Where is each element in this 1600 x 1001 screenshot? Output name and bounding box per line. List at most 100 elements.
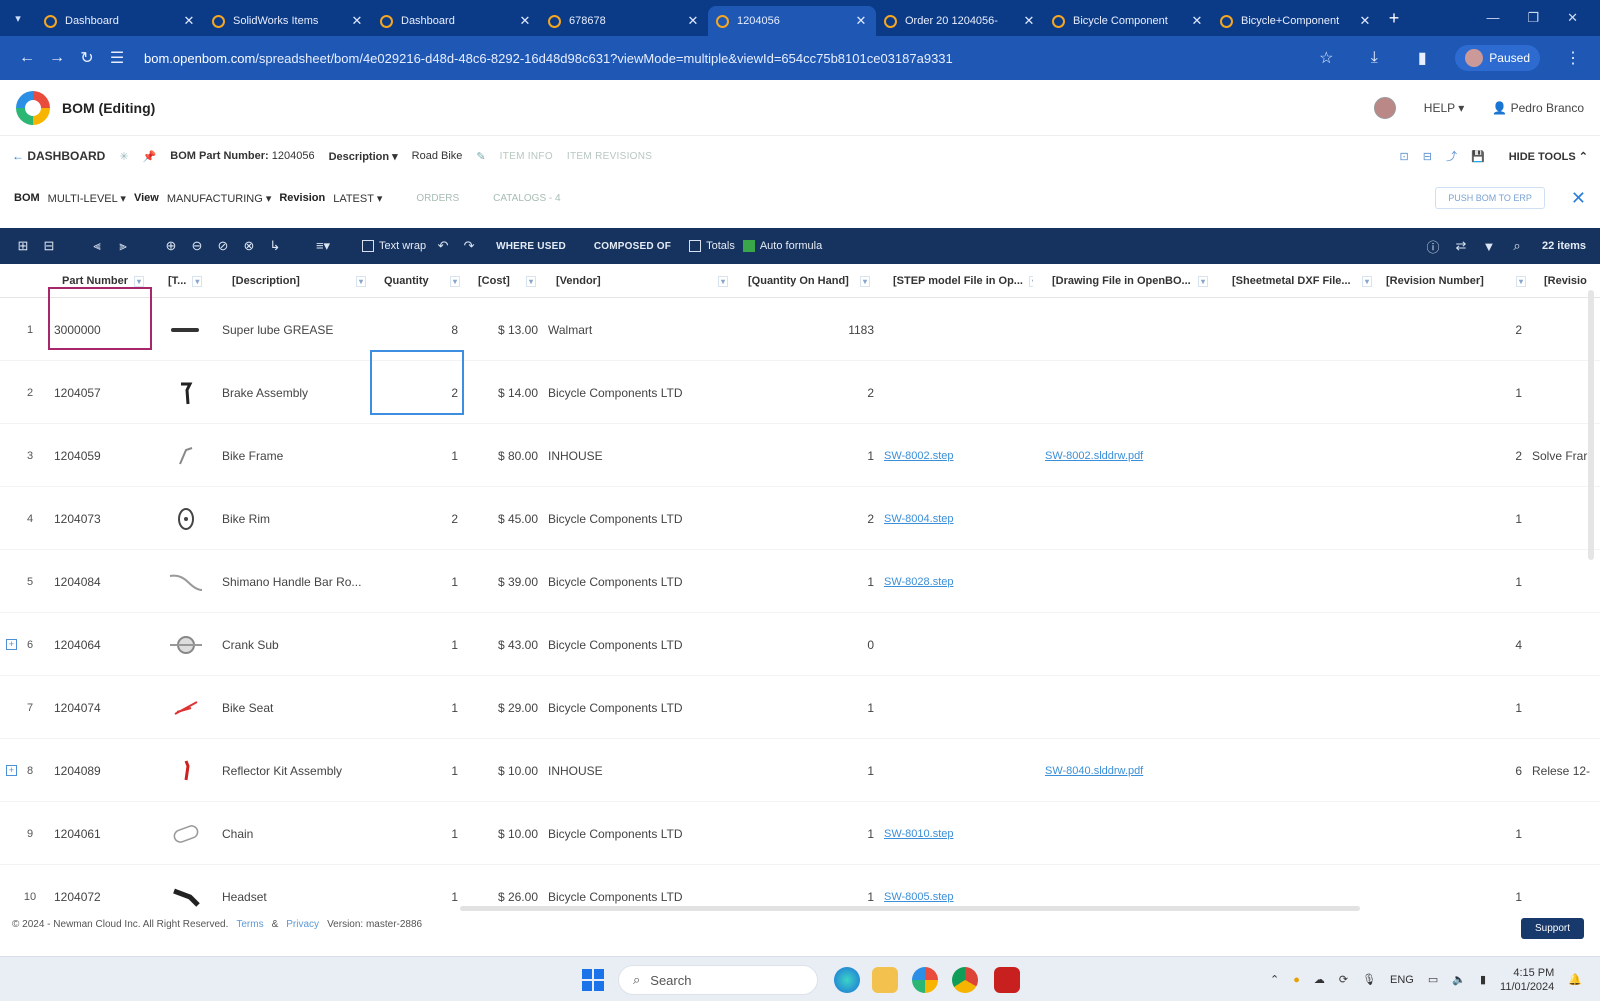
quantity-cell[interactable]: 1 [370,424,458,487]
part-number-cell[interactable]: 1204061 [54,802,150,865]
browser-tab[interactable]: 678678 ✕ [540,6,708,36]
col-menu-icon[interactable]: ▾ [134,275,145,287]
restore-icon[interactable]: ❐ [1527,10,1539,26]
col-menu-icon[interactable]: ▾ [1197,275,1208,287]
browser-tab[interactable]: 1204056 ✕ [708,6,876,36]
item-info-tab[interactable]: ITEM INFO [500,151,553,162]
import-icon[interactable]: ⊟ [1423,150,1432,163]
cost-cell[interactable]: $ 13.00 [478,298,538,361]
microphone-icon[interactable]: 🎙 [1362,973,1376,986]
col-menu-icon[interactable]: ▾ [525,275,536,287]
quantity-on-hand-cell[interactable]: 2 [748,361,874,424]
table-row[interactable]: 4 1204073 Bike Rim 2 $ 45.00 Bicycle Componen… [0,487,1600,550]
url-field[interactable]: bom.openbom.com/spreadsheet/bom/4e029216… [144,51,1311,66]
thumbnail-cell[interactable] [164,739,208,802]
expand-row-icon[interactable]: + [6,765,17,776]
col-menu-icon[interactable]: ▾ [1515,275,1526,287]
table-row[interactable]: 2 1204057 Brake Assembly 2 $ 14.00 Bicycle Co… [0,361,1600,424]
delete-column-icon[interactable]: ⫸ [114,238,132,254]
browser-menu-icon[interactable]: ⋮ [1558,48,1588,68]
col-header-thumbnail[interactable]: [T... ▾ [168,264,212,298]
drawing-file-link[interactable]: SW-8040.slddrw.pdf [1045,739,1215,802]
reload-icon[interactable]: ↻ [72,48,102,68]
tab-close-icon[interactable]: ✕ [182,13,196,29]
dxf-file-cell[interactable] [1232,613,1372,676]
tab-close-icon[interactable]: ✕ [518,13,532,29]
description-cell[interactable]: Super lube GREASE [222,298,370,361]
catalogs-tab[interactable]: CATALOGS - 4 [493,193,560,204]
browser-tab[interactable]: Dashboard ✕ [36,6,204,36]
thumbnail-cell[interactable] [164,424,208,487]
step-file-link[interactable]: SW-8004.step [884,487,1034,550]
table-row[interactable]: 5 1204084 Shimano Handle Bar Ro... 1 $ 39.00… [0,550,1600,613]
col-menu-icon[interactable]: ▾ [355,275,366,287]
dxf-file-cell[interactable] [1232,361,1372,424]
notification-icon[interactable]: 🔔 [1568,973,1582,986]
step-file-link[interactable]: SW-8002.step [884,424,1034,487]
quantity-on-hand-cell[interactable]: 0 [748,613,874,676]
quantity-on-hand-cell[interactable]: 1 [748,424,874,487]
quantity-on-hand-cell[interactable]: 1183 [748,298,874,361]
cost-cell[interactable]: $ 43.00 [478,613,538,676]
browser-tab[interactable]: Bicycle+Component ✕ [1212,6,1380,36]
col-header-quantity[interactable]: Quantity ▾ [384,264,460,298]
table-row[interactable]: +6 1204064 Crank Sub 1 $ 43.00 Bicycle Compon… [0,613,1600,676]
col-menu-icon[interactable]: ▾ [717,275,728,287]
table-row[interactable]: 1 3000000 Super lube GREASE 8 $ 13.00 Walmart… [0,298,1600,361]
quantity-cell[interactable]: 1 [370,739,458,802]
move-up-icon[interactable]: ⊕ [162,238,180,254]
revision-number-cell[interactable]: 6 [1386,739,1522,802]
text-wrap-checkbox[interactable] [362,240,374,253]
download-icon[interactable]: ⤓ [1359,49,1389,67]
vendor-cell[interactable]: Walmart [548,298,728,361]
revision-notes-cell[interactable] [1532,676,1600,739]
cost-cell[interactable]: $ 14.00 [478,361,538,424]
dxf-file-cell[interactable] [1232,424,1372,487]
tab-close-icon[interactable]: ✕ [854,13,868,29]
revision-notes-cell[interactable] [1532,802,1600,865]
step-file-link[interactable] [884,361,1034,424]
col-menu-icon[interactable]: ▾ [192,275,203,287]
tab-close-icon[interactable]: ✕ [1190,13,1204,29]
description-cell[interactable]: Bike Seat [222,676,370,739]
cost-cell[interactable]: $ 29.00 [478,676,538,739]
indent-icon[interactable]: ↳ [266,238,284,254]
step-file-link[interactable] [884,613,1034,676]
drawing-file-link[interactable] [1045,613,1215,676]
description-cell[interactable]: Shimano Handle Bar Ro... [222,550,370,613]
windows-start-icon[interactable] [582,969,604,991]
quantity-on-hand-cell[interactable]: 1 [748,739,874,802]
revision-number-cell[interactable]: 2 [1386,298,1522,361]
move-left-icon[interactable]: ⊘ [214,238,232,254]
description-cell[interactable]: Brake Assembly [222,361,370,424]
col-menu-icon[interactable]: ▾ [1028,275,1033,287]
description-cell[interactable]: Chain [222,802,370,865]
col-header-description[interactable]: [Description] ▾ [232,264,366,298]
totals-toggle[interactable]: Totals [689,240,735,253]
export-icon[interactable]: ⊡ [1400,150,1409,163]
move-down-icon[interactable]: ⊖ [188,238,206,254]
revision-number-cell[interactable]: 1 [1386,361,1522,424]
part-number-cell[interactable]: 1204073 [54,487,150,550]
auto-formula-checkbox[interactable] [742,240,755,253]
tab-close-icon[interactable]: ✕ [686,13,700,29]
revision-number-cell[interactable]: 1 [1386,550,1522,613]
save-icon[interactable]: 💾 [1471,150,1485,163]
bookmark-star-icon[interactable]: ☆ [1311,48,1341,68]
revision-number-cell[interactable]: 4 [1386,613,1522,676]
support-button[interactable]: Support [1520,918,1584,939]
delete-row-icon[interactable]: ⊟ [40,238,58,254]
thumbnail-cell[interactable] [164,487,208,550]
chevron-up-icon[interactable]: ⌃ [1270,973,1279,986]
close-icon[interactable]: ✕ [1571,188,1586,209]
dxf-file-cell[interactable] [1232,802,1372,865]
help-menu[interactable]: HELP ▾ [1424,101,1465,115]
expand-row-icon[interactable]: + [6,639,17,650]
dxf-file-cell[interactable] [1232,298,1372,361]
file-explorer-icon[interactable] [872,967,898,993]
auto-formula-toggle[interactable]: Auto formula [742,240,822,253]
quantity-on-hand-cell[interactable]: 1 [748,550,874,613]
openbom-logo[interactable] [16,90,50,125]
drawing-file-link[interactable] [1045,361,1215,424]
part-number-cell[interactable]: 1204059 [54,424,150,487]
